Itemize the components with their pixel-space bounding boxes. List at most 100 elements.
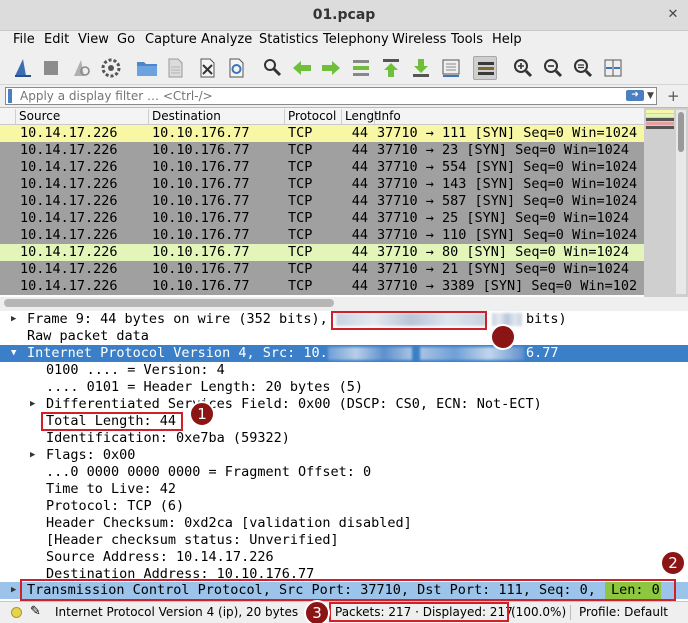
tree-item-identification[interactable]: Identification: 0xe7ba (59322): [0, 430, 688, 447]
close-icon[interactable]: ✕: [666, 8, 680, 22]
tree-item-protocol[interactable]: Protocol: TCP (6): [0, 498, 688, 515]
chevron-down-icon[interactable]: ▼: [647, 88, 654, 104]
resize-columns-icon[interactable]: [601, 56, 625, 80]
packet-row[interactable]: 10.14.17.226 10.10.176.77 TCP 44 37710 → 80 …: [0, 244, 644, 261]
horizontal-scrollbar-thumb[interactable]: [4, 299, 334, 307]
tree-item-source-address[interactable]: Source Address: 10.14.17.226: [0, 549, 688, 566]
menu-go[interactable]: Go: [117, 32, 135, 47]
cell-length: 44: [351, 159, 368, 175]
find-icon[interactable]: [260, 56, 284, 80]
tree-item-ttl[interactable]: Time to Live: 42: [0, 481, 688, 498]
menu-statistics[interactable]: Statistics: [259, 32, 318, 47]
menu-telephony[interactable]: Telephony: [323, 32, 389, 47]
first-packet-icon[interactable]: [379, 56, 403, 80]
close-file-icon[interactable]: [195, 56, 219, 80]
cell-protocol: TCP: [288, 244, 313, 260]
column-header-info[interactable]: Info: [374, 109, 401, 124]
cell-info: 37710 → 111 [SYN] Seq=0 Win=1024: [377, 125, 638, 141]
packet-list-scrollbar[interactable]: [676, 110, 686, 294]
stop-icon[interactable]: [39, 56, 63, 80]
menu-capture[interactable]: Capture: [145, 32, 197, 47]
cell-destination: 10.10.176.77: [152, 193, 250, 209]
packet-list-minimap: [644, 108, 688, 298]
expand-arrow-icon[interactable]: ▶: [30, 447, 35, 464]
packet-row[interactable]: 10.14.17.226 10.10.176.77 TCP 44 37710 → 25 …: [0, 210, 644, 227]
menu-view[interactable]: View: [78, 32, 109, 47]
shark-fin-start-icon[interactable]: [11, 56, 35, 80]
annotation-badge-2: 2: [660, 550, 686, 576]
status-separator: [570, 605, 571, 620]
cell-info: 37710 → 25 [SYN] Seq=0 Win=1024: [377, 210, 629, 226]
cell-info: 37710 → 587 [SYN] Seq=0 Win=1024: [377, 193, 638, 209]
open-folder-icon[interactable]: [135, 56, 159, 80]
tree-item-header-length[interactable]: .... 0101 = Header Length: 20 bytes (5): [0, 379, 688, 396]
cell-protocol: TCP: [288, 227, 313, 243]
cell-protocol: TCP: [288, 159, 313, 175]
expand-arrow-icon[interactable]: ▶: [30, 396, 35, 413]
packet-row[interactable]: 10.14.17.226 10.10.176.77 TCP 44 37710 → 143…: [0, 176, 644, 193]
cell-protocol: TCP: [288, 278, 313, 294]
annotation-highlight-total-length: [41, 412, 183, 431]
capture-comment-icon[interactable]: ✎: [30, 604, 41, 619]
packet-row[interactable]: 10.14.17.226 10.10.176.77 TCP 44 37710 → 21 …: [0, 261, 644, 278]
expert-info-led-icon[interactable]: [11, 607, 22, 618]
packet-row[interactable]: 10.14.17.226 10.10.176.77 TCP 44 37710 → 111…: [0, 125, 644, 142]
menu-wireless[interactable]: Wireless: [392, 32, 446, 47]
reload-icon[interactable]: [224, 56, 248, 80]
annotation-badge-1: 1: [189, 401, 215, 427]
packet-row[interactable]: 10.14.17.226 10.10.176.77 TCP 44 37710 → 23 …: [0, 142, 644, 159]
tree-item-label: 0100 .... = Version: 4: [46, 362, 225, 378]
column-header-protocol[interactable]: Protocol: [284, 109, 336, 124]
options-gear-icon[interactable]: [99, 56, 123, 80]
zoom-in-icon[interactable]: [511, 56, 535, 80]
zoom-out-icon[interactable]: [541, 56, 565, 80]
tree-item-fragment-offset[interactable]: ...0 0000 0000 0000 = Fragment Offset: 0: [0, 464, 688, 481]
menu-edit[interactable]: Edit: [44, 32, 69, 47]
menu-help[interactable]: Help: [492, 32, 522, 47]
cell-info: 37710 → 554 [SYN] Seq=0 Win=1024: [377, 159, 638, 175]
go-to-packet-icon[interactable]: [349, 56, 373, 80]
packet-row[interactable]: 10.14.17.226 10.10.176.77 TCP 44 37710 → 587…: [0, 193, 644, 210]
menu-tools[interactable]: Tools: [451, 32, 483, 47]
tree-item-version[interactable]: 0100 .... = Version: 4: [0, 362, 688, 379]
tree-item-dsfield[interactable]: ▶ Differentiated Services Field: 0x00 (D…: [0, 396, 688, 413]
tree-item-label: Header Checksum: 0xd2ca [validation disa…: [46, 515, 412, 531]
packet-list: Source Destination Protocol Lengt Info 1…: [0, 107, 688, 298]
column-header-source[interactable]: Source: [15, 109, 60, 124]
tree-item-label: Source Address: 10.14.17.226: [46, 549, 274, 565]
status-profile[interactable]: Profile: Default: [579, 605, 668, 619]
packet-row[interactable]: 10.14.17.226 10.10.176.77 TCP 44 37710 → 338…: [0, 278, 644, 295]
packet-row[interactable]: 10.14.17.226 10.10.176.77 TCP 44 37710 → 554…: [0, 159, 644, 176]
tree-item-checksum-status[interactable]: [Header checksum status: Unverified]: [0, 532, 688, 549]
last-packet-icon[interactable]: [409, 56, 433, 80]
expand-arrow-icon[interactable]: ▶: [11, 311, 16, 328]
cell-length: 44: [351, 210, 368, 226]
colorize-icon[interactable]: [473, 56, 497, 80]
apply-filter-arrow-icon[interactable]: ➜: [626, 90, 644, 101]
tree-item-label: Flags: 0x00: [46, 447, 136, 463]
go-forward-icon[interactable]: [319, 56, 343, 80]
cell-source: 10.14.17.226: [20, 193, 118, 209]
column-header-destination[interactable]: Destination: [148, 109, 221, 124]
menu-file[interactable]: File: [13, 32, 35, 47]
display-filter-input[interactable]: [20, 88, 610, 104]
file-icon[interactable]: [163, 56, 187, 80]
tree-item-flags[interactable]: ▶ Flags: 0x00: [0, 447, 688, 464]
restart-icon[interactable]: [69, 56, 93, 80]
annotation-badge-3: 3: [304, 600, 330, 623]
autoscroll-icon[interactable]: [439, 56, 463, 80]
collapse-arrow-icon[interactable]: ▼: [11, 345, 16, 362]
zoom-normal-icon[interactable]: [571, 56, 595, 80]
tree-item-raw[interactable]: Raw packet data: [0, 328, 688, 345]
scrollbar-thumb[interactable]: [678, 112, 684, 152]
bookmark-icon[interactable]: [8, 89, 12, 103]
minimap-mark: [646, 122, 674, 125]
packet-row[interactable]: 10.14.17.226 10.10.176.77 TCP 44 37710 → 110…: [0, 227, 644, 244]
expand-arrow-icon[interactable]: ▶: [11, 582, 16, 599]
add-filter-button-icon[interactable]: +: [667, 87, 680, 105]
cell-source: 10.14.17.226: [20, 142, 118, 158]
tree-item-checksum[interactable]: Header Checksum: 0xd2ca [validation disa…: [0, 515, 688, 532]
go-back-icon[interactable]: [290, 56, 314, 80]
pane-splitter[interactable]: [0, 297, 688, 311]
menu-analyze[interactable]: Analyze: [201, 32, 252, 47]
